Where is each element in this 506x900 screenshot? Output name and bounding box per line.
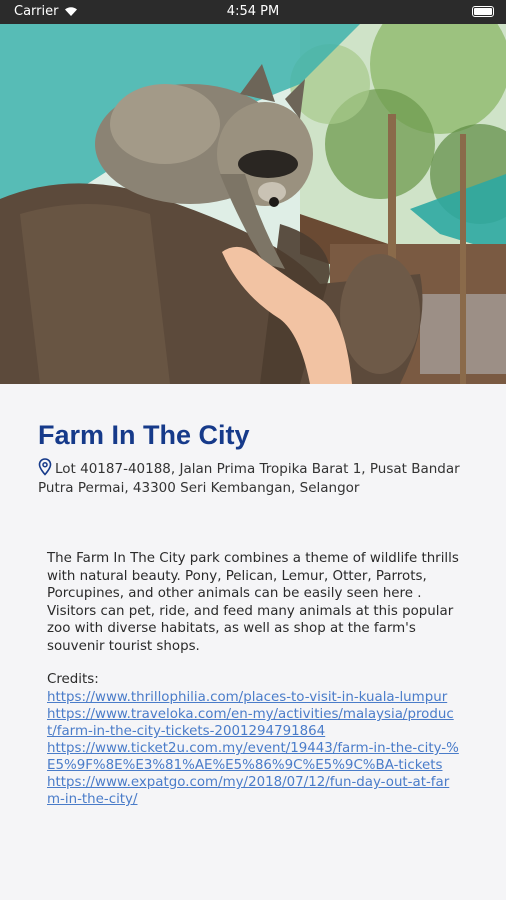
credit-link[interactable]: https://www.ticket2u.com.my/event/19443/…	[47, 740, 459, 774]
status-bar: Carrier 4:54 PM	[0, 0, 506, 24]
page-title: Farm In The City	[38, 420, 250, 450]
location-pin-icon	[38, 458, 52, 476]
credits-list: https://www.thrillophilia.com/places-to-…	[47, 689, 459, 808]
address: Lot 40187-40188, Jalan Prima Tropika Bar…	[38, 458, 478, 498]
hero-image	[0, 24, 506, 384]
status-time: 4:54 PM	[226, 4, 280, 19]
hero-photo	[0, 24, 506, 384]
credit-link[interactable]: https://www.expatgo.com/my/2018/07/12/fu…	[47, 774, 459, 808]
description: The Farm In The City park combines a the…	[47, 551, 459, 654]
address-text: Lot 40187-40188, Jalan Prima Tropika Bar…	[38, 461, 460, 496]
battery-icon	[472, 6, 494, 17]
credits-label: Credits:	[47, 672, 99, 687]
credit-link[interactable]: https://www.traveloka.com/en-my/activiti…	[47, 706, 459, 740]
credit-link[interactable]: https://www.thrillophilia.com/places-to-…	[47, 689, 459, 706]
